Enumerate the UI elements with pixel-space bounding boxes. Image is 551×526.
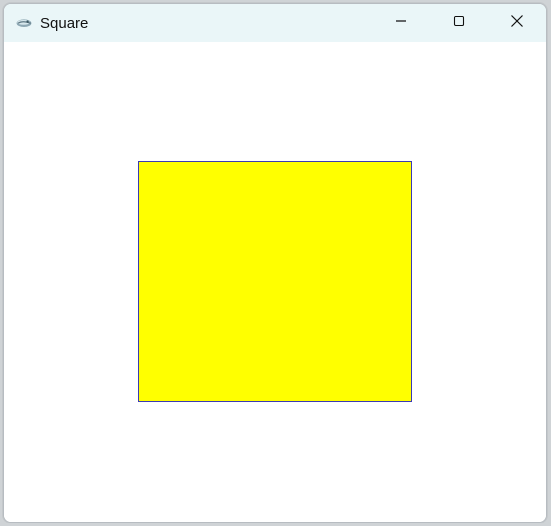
window-title: Square (40, 14, 89, 32)
window-controls (372, 4, 546, 42)
maximize-button[interactable] (430, 4, 488, 42)
app-window: Square (3, 3, 547, 523)
maximize-icon (453, 14, 465, 32)
minimize-icon (395, 14, 407, 32)
yellow-square (138, 161, 412, 402)
drawing-canvas (4, 42, 546, 522)
title-bar[interactable]: Square (4, 4, 546, 42)
minimize-button[interactable] (372, 4, 430, 42)
close-button[interactable] (488, 4, 546, 42)
close-icon (510, 14, 524, 33)
app-icon (13, 12, 35, 34)
